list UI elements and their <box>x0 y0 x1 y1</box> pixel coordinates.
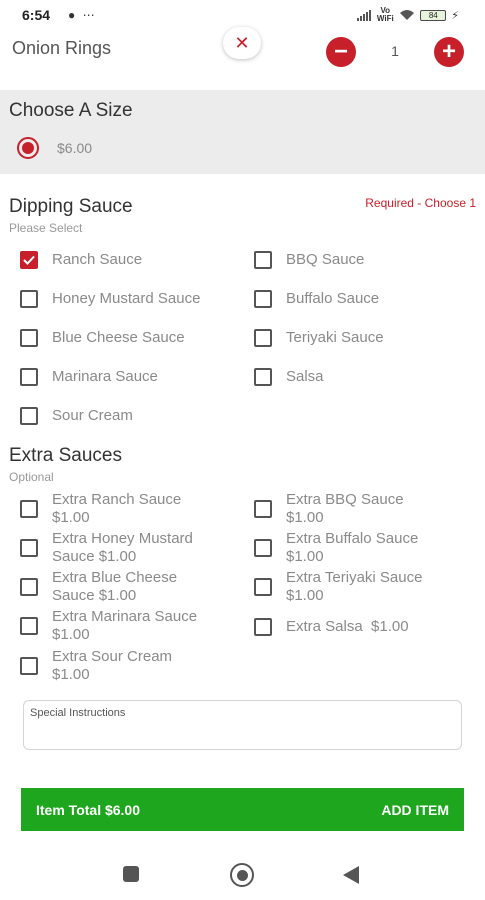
option-label: Extra BBQ Sauce <box>286 491 404 508</box>
home-icon[interactable] <box>230 863 254 887</box>
option-price: $1.00 <box>52 666 90 683</box>
checkbox-extra-salsa[interactable] <box>254 618 272 636</box>
add-item-label: ADD ITEM <box>381 802 449 818</box>
option-label: Extra Teriyaki Sauce <box>286 569 423 586</box>
option-extra-teriyaki-sauce[interactable]: Extra Teriyaki Sauce $1.00 <box>254 569 422 605</box>
checkbox-extra-honey-mustard[interactable] <box>20 539 38 557</box>
option-extra-buffalo-sauce[interactable]: Extra Buffalo Sauce $1.00 <box>254 530 418 566</box>
size-section: Choose A Size $6.00 <box>0 90 485 174</box>
checkbox-extra-marinara-sauce[interactable] <box>20 617 38 635</box>
option-label: Extra Blue Cheese <box>52 569 178 586</box>
option-marinara-sauce[interactable]: Marinara Sauce <box>20 368 158 386</box>
size-radio[interactable] <box>17 137 39 159</box>
checkbox-extra-buffalo-sauce[interactable] <box>254 539 272 557</box>
size-price: $6.00 <box>57 140 93 156</box>
checkbox-sour-cream[interactable] <box>20 407 38 425</box>
checkbox-salsa[interactable] <box>254 368 272 386</box>
quantity-stepper: − 1 + <box>324 34 466 70</box>
checkbox-bbq-sauce[interactable] <box>254 251 272 269</box>
minus-icon: − <box>333 38 348 65</box>
checkbox-extra-teriyaki-sauce[interactable] <box>254 578 272 596</box>
item-title: Onion Rings <box>12 38 112 58</box>
close-button[interactable]: ✕ <box>223 27 261 59</box>
option-price: $1.00 <box>286 509 324 526</box>
option-teriyaki-sauce[interactable]: Teriyaki Sauce <box>254 329 384 347</box>
option-label: Blue Cheese Sauce <box>52 329 185 346</box>
quantity-value: 1 <box>391 43 399 59</box>
check-icon <box>23 255 35 265</box>
option-sour-cream[interactable]: Sour Cream <box>20 407 133 425</box>
option-extra-ranch-sauce[interactable]: Extra Ranch Sauce $1.00 <box>20 491 181 527</box>
option-label: Extra Ranch Sauce <box>52 491 182 508</box>
recents-icon[interactable] <box>123 866 139 882</box>
option-extra-bbq-sauce[interactable]: Extra BBQ Sauce $1.00 <box>254 491 404 527</box>
option-label: Marinara Sauce <box>52 368 158 385</box>
checkbox-extra-ranch-sauce[interactable] <box>20 500 38 518</box>
option-extra-salsa[interactable]: Extra Salsa $1.00 <box>254 618 409 636</box>
option-label: Salsa <box>286 368 324 385</box>
option-price: $1.00 <box>286 548 324 565</box>
decrease-quantity-button[interactable]: − <box>326 37 356 67</box>
special-instructions-field[interactable]: Special Instructions <box>23 700 462 750</box>
option-extra-blue-cheese[interactable]: Extra Blue Cheese Sauce $1.00 <box>20 569 177 605</box>
checkbox-extra-bbq-sauce[interactable] <box>254 500 272 518</box>
option-buffalo-sauce[interactable]: Buffalo Sauce <box>254 290 379 308</box>
option-salsa[interactable]: Salsa <box>254 368 324 386</box>
item-total: Item Total $6.00 <box>36 802 141 818</box>
required-note: Required - Choose 1 <box>365 196 476 210</box>
option-label: Teriyaki Sauce <box>286 329 384 346</box>
option-label: Extra Honey Mustard <box>52 530 193 547</box>
option-price: $1.00 <box>52 626 90 643</box>
wifi-icon <box>400 10 415 20</box>
option-label: Sour Cream <box>52 407 133 424</box>
option-price: $1.00 <box>52 509 90 526</box>
extra-sauces-subtitle: Optional <box>9 470 54 484</box>
add-item-button[interactable]: Item Total $6.00 ADD ITEM <box>21 788 464 831</box>
charging-icon: ⚡ <box>451 9 459 22</box>
status-time: 6:54 <box>22 7 51 23</box>
checkbox-teriyaki-sauce[interactable] <box>254 329 272 347</box>
signal-icon <box>357 9 372 21</box>
option-blue-cheese-sauce[interactable]: Blue Cheese Sauce <box>20 329 185 347</box>
option-label: Extra Salsa $1.00 <box>286 618 409 635</box>
close-icon: ✕ <box>234 32 250 53</box>
option-extra-marinara-sauce[interactable]: Extra Marinara Sauce $1.00 <box>20 608 197 644</box>
size-option[interactable]: $6.00 <box>17 137 92 159</box>
extra-sauces-heading: Extra Sauces <box>9 445 122 466</box>
increase-quantity-button[interactable]: + <box>434 37 464 67</box>
option-label: Extra Buffalo Sauce <box>286 530 419 547</box>
checkbox-blue-cheese-sauce[interactable] <box>20 329 38 347</box>
checkbox-honey-mustard-sauce[interactable] <box>20 290 38 308</box>
notification-icons: ● ⋯ <box>68 8 97 22</box>
option-label: Buffalo Sauce <box>286 290 380 307</box>
option-price: Sauce $1.00 <box>52 587 137 604</box>
checkbox-extra-sour-cream[interactable] <box>20 657 38 675</box>
plus-icon: + <box>441 38 456 65</box>
checkbox-buffalo-sauce[interactable] <box>254 290 272 308</box>
option-label: Ranch Sauce <box>52 251 143 268</box>
option-price: $1.00 <box>286 587 324 604</box>
special-instructions-label: Special Instructions <box>30 707 126 719</box>
option-label: BBQ Sauce <box>286 251 365 268</box>
option-label: Honey Mustard Sauce <box>52 290 201 307</box>
checkbox-marinara-sauce[interactable] <box>20 368 38 386</box>
option-price: Sauce $1.00 <box>52 548 137 565</box>
checkbox-ranch-sauce[interactable] <box>20 251 38 269</box>
option-bbq-sauce[interactable]: BBQ Sauce <box>254 251 364 269</box>
option-label: Extra Sour Cream <box>52 648 173 665</box>
checkbox-extra-blue-cheese[interactable] <box>20 578 38 596</box>
back-icon[interactable] <box>343 866 359 884</box>
option-extra-honey-mustard[interactable]: Extra Honey Mustard Sauce $1.00 <box>20 530 193 566</box>
size-heading: Choose A Size <box>9 100 133 121</box>
option-ranch-sauce[interactable]: Ranch Sauce <box>20 251 142 269</box>
option-extra-sour-cream[interactable]: Extra Sour Cream $1.00 <box>20 648 172 684</box>
vowifi-label: Vo WiFi <box>376 6 394 23</box>
status-icons: Vo WiFi 84 ⚡ <box>357 7 459 23</box>
option-label: Extra Marinara Sauce <box>52 608 198 625</box>
dipping-sauce-heading: Dipping Sauce <box>9 196 133 217</box>
battery-icon: 84 <box>420 9 447 21</box>
dipping-sauce-subtitle: Please Select <box>9 221 83 235</box>
option-honey-mustard-sauce[interactable]: Honey Mustard Sauce <box>20 290 200 308</box>
